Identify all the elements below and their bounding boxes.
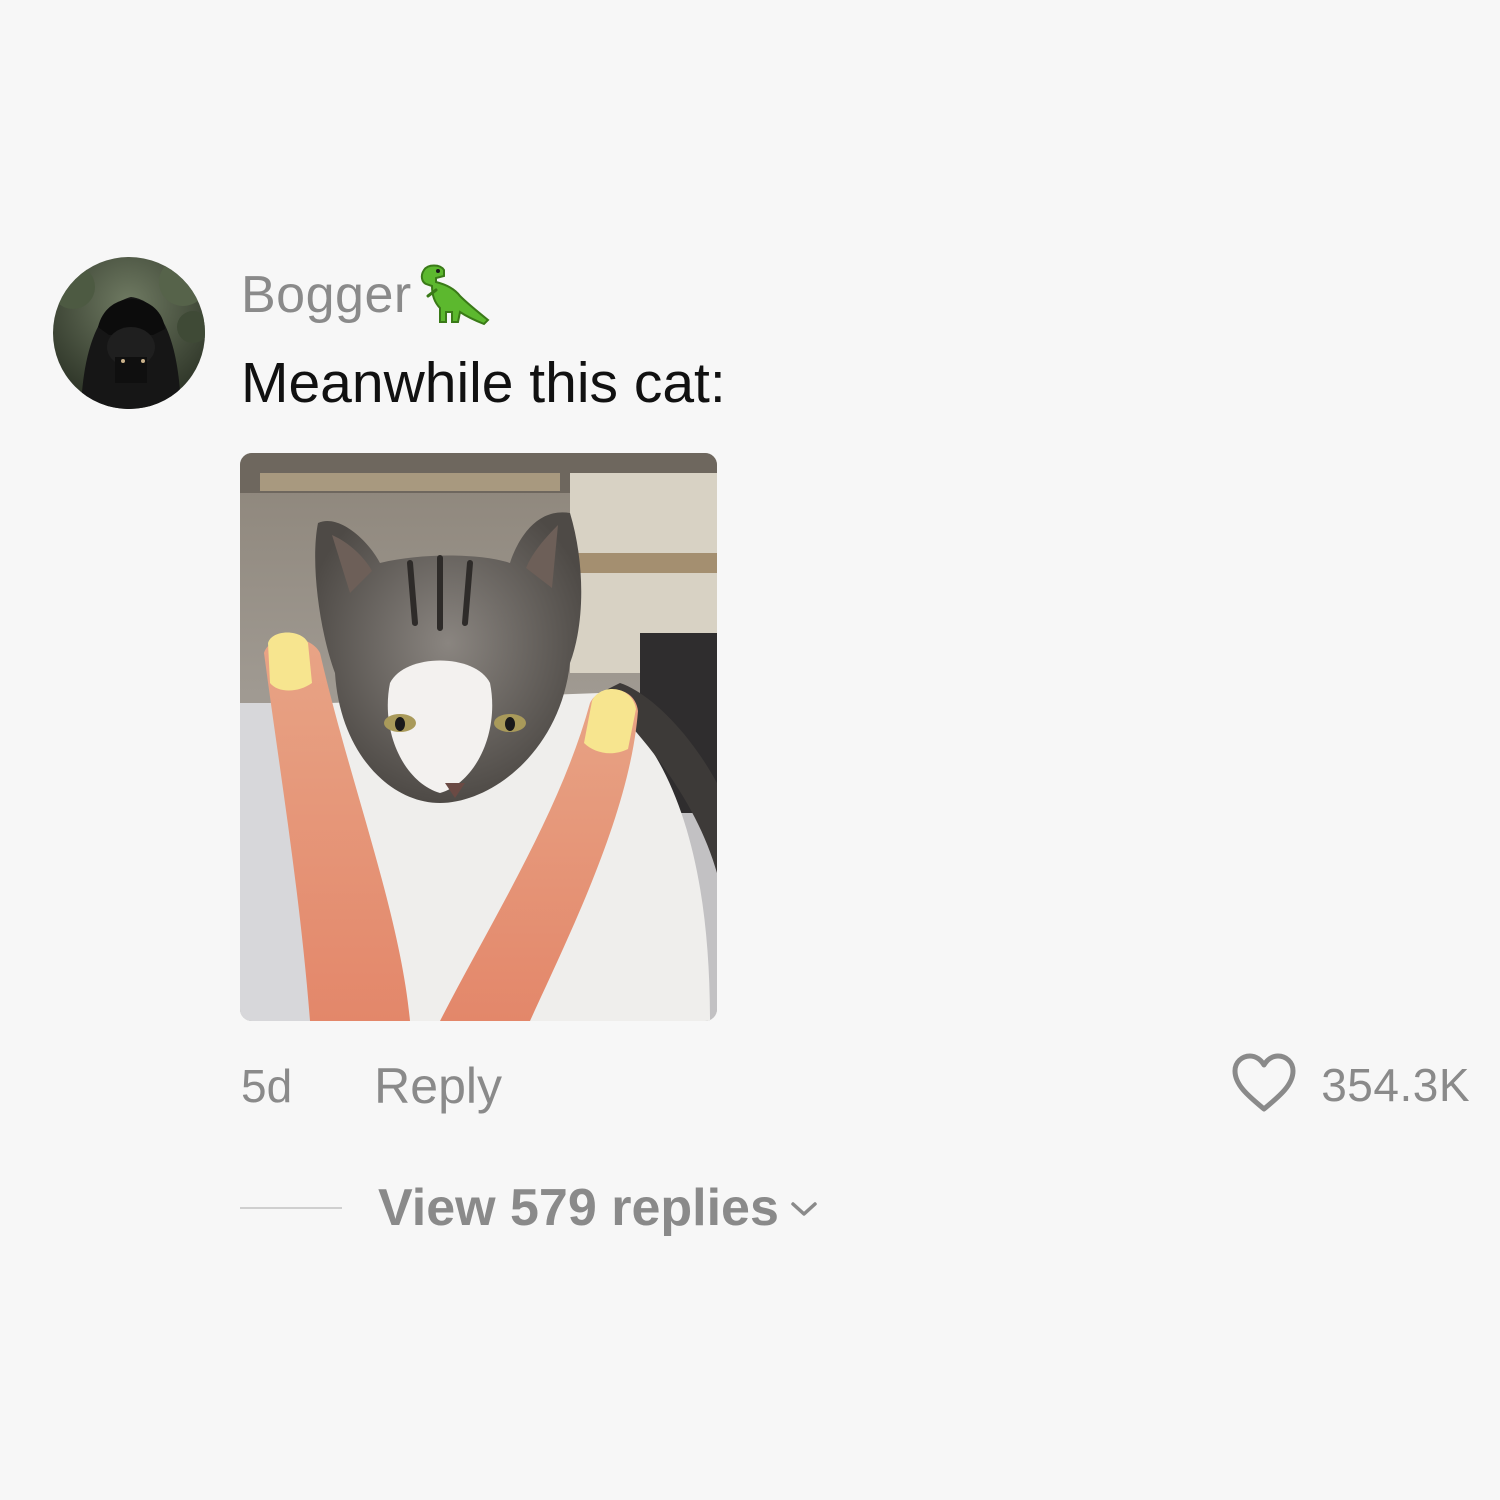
comment-text: Meanwhile this cat: (241, 351, 726, 415)
reply-divider-line (240, 1207, 342, 1209)
like-group: 354.3K (1229, 1050, 1470, 1120)
comment-meta-row: 5d Reply (241, 1054, 502, 1118)
view-replies-button[interactable]: View 579 replies (378, 1178, 819, 1238)
comment-image[interactable] (240, 453, 717, 1021)
like-count: 354.3K (1321, 1059, 1470, 1111)
username[interactable]: Bogger (241, 269, 412, 321)
comment-timestamp: 5d (241, 1060, 293, 1112)
heart-outline-icon[interactable] (1229, 1051, 1299, 1120)
avatar[interactable] (53, 257, 205, 409)
username-row: Bogger (241, 262, 490, 328)
reply-button[interactable]: Reply (374, 1057, 502, 1115)
view-replies-row: View 579 replies (240, 1176, 819, 1240)
view-replies-label: View 579 replies (378, 1179, 779, 1237)
chevron-down-icon (789, 1199, 819, 1224)
comment-screen: Bogger Meanwhile this cat: 5d Reply 354.… (0, 0, 1500, 1500)
t-rex-emoji-icon (414, 262, 490, 331)
